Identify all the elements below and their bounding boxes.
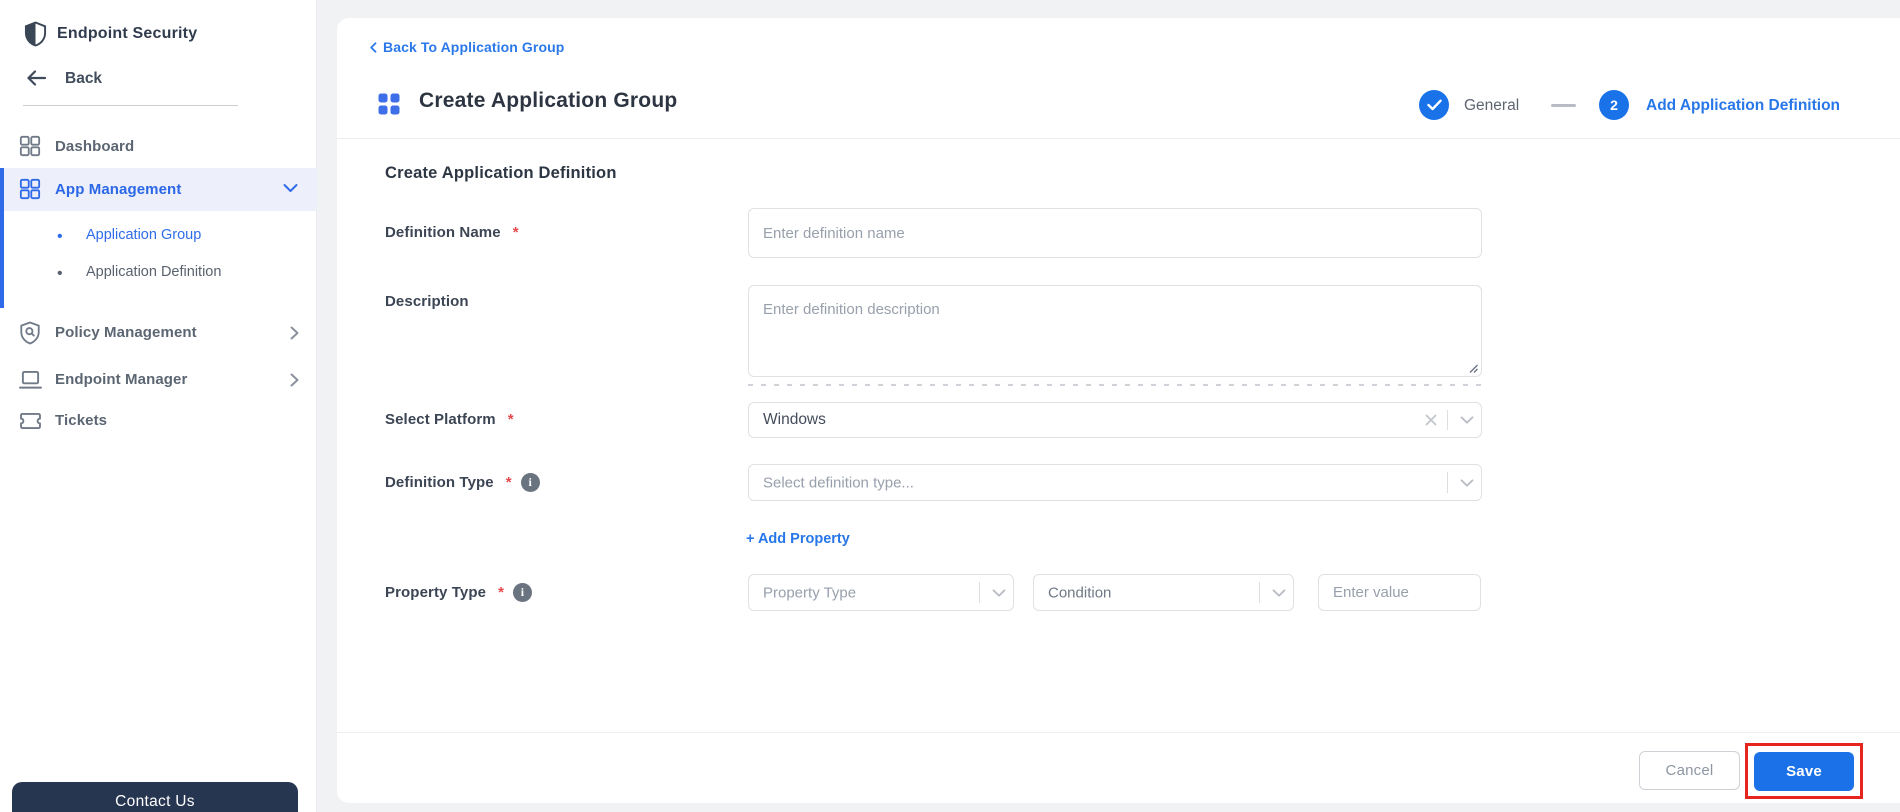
chevron-left-icon — [370, 41, 377, 53]
app-management-grid-icon — [19, 178, 41, 200]
property-value-input[interactable] — [1319, 575, 1480, 610]
definition-type-select[interactable]: Select definition type... — [748, 464, 1482, 501]
policy-shield-icon — [19, 321, 41, 345]
condition-select[interactable]: Condition — [1033, 574, 1294, 611]
contact-us-button[interactable]: Contact Us — [12, 782, 298, 812]
save-button[interactable]: Save — [1754, 752, 1854, 791]
back-to-application-group-label: Back To Application Group — [383, 39, 565, 55]
sidebar-item-application-definition[interactable]: • Application Definition — [0, 261, 317, 285]
sidebar-item-application-definition-label: Application Definition — [86, 264, 222, 280]
add-property-link[interactable]: + Add Property — [746, 531, 850, 547]
footer-divider — [337, 732, 1900, 733]
sidebar-item-tickets[interactable]: Tickets — [0, 405, 317, 437]
sidebar-item-endpoint-manager-label: Endpoint Manager — [55, 371, 188, 388]
description-label: Description — [385, 293, 469, 310]
required-asterisk: * — [505, 474, 512, 491]
arrow-left-icon — [26, 69, 47, 87]
info-icon[interactable]: i — [513, 583, 532, 602]
chevron-right-icon — [290, 373, 299, 387]
chevron-right-icon — [290, 326, 299, 340]
definition-name-input[interactable] — [749, 209, 1481, 257]
definition-name-field — [748, 208, 1482, 258]
sidebar-item-policy-management[interactable]: Policy Management — [0, 317, 317, 349]
step-1-complete-circle[interactable] — [1419, 90, 1449, 120]
select-separator — [1259, 582, 1260, 603]
sidebar-item-application-group-label: Application Group — [86, 227, 202, 243]
sidebar: Endpoint Security Back Dashboard App Man… — [0, 0, 317, 812]
sidebar-item-tickets-label: Tickets — [55, 412, 108, 429]
bullet-icon: • — [57, 228, 63, 245]
sidebar-item-app-management-label: App Management — [55, 181, 182, 198]
app-root: Endpoint Security Back Dashboard App Man… — [0, 0, 1900, 812]
select-platform-value: Windows — [763, 411, 826, 428]
step-1-label[interactable]: General — [1464, 97, 1519, 115]
resize-handle-icon[interactable] — [1468, 363, 1478, 373]
back-to-application-group-link[interactable]: Back To Application Group — [370, 39, 564, 55]
required-asterisk: * — [507, 411, 514, 428]
back-nav-item[interactable] — [26, 69, 47, 87]
sidebar-item-endpoint-manager[interactable]: Endpoint Manager — [0, 364, 317, 396]
laptop-icon — [19, 370, 42, 390]
bullet-icon: • — [57, 265, 63, 282]
select-separator — [979, 582, 980, 603]
sidebar-item-dashboard-label: Dashboard — [55, 138, 135, 155]
step-2-label[interactable]: Add Application Definition — [1646, 97, 1840, 115]
select-platform-label: Select Platform * — [385, 411, 514, 428]
cancel-button[interactable]: Cancel — [1639, 751, 1740, 790]
ticket-icon — [19, 412, 42, 430]
sidebar-item-dashboard[interactable]: Dashboard — [0, 130, 317, 163]
property-type-placeholder: Property Type — [763, 584, 857, 601]
property-type-select[interactable]: Property Type — [748, 574, 1014, 611]
select-platform-select[interactable]: Windows — [748, 402, 1482, 438]
chevron-down-icon[interactable] — [1460, 478, 1474, 487]
app-group-grid-icon — [377, 92, 401, 116]
page-title: Create Application Group — [419, 89, 678, 112]
description-field — [748, 285, 1482, 377]
sidebar-item-app-management[interactable]: App Management — [0, 168, 317, 211]
dashboard-grid-icon — [19, 135, 41, 157]
clear-selection-icon[interactable] — [1425, 414, 1437, 426]
definition-type-label: Definition Type * i — [385, 473, 540, 492]
sidebar-item-policy-management-label: Policy Management — [55, 324, 197, 341]
condition-placeholder: Condition — [1048, 584, 1112, 601]
check-icon — [1426, 99, 1442, 111]
chevron-down-icon — [283, 183, 298, 193]
main-content-card: Back To Application Group Create Applica… — [337, 18, 1900, 803]
property-value-field — [1318, 574, 1481, 611]
select-separator — [1447, 410, 1448, 430]
definition-name-label: Definition Name * — [385, 224, 519, 241]
shield-logo-icon — [24, 21, 47, 47]
definition-type-placeholder: Select definition type... — [763, 474, 914, 491]
description-textarea[interactable] — [749, 286, 1481, 376]
required-asterisk: * — [498, 584, 504, 601]
chevron-down-icon[interactable] — [1460, 416, 1474, 425]
back-nav-label[interactable]: Back — [65, 70, 102, 88]
dashed-divider — [748, 384, 1482, 386]
info-icon[interactable]: i — [520, 473, 540, 492]
header-divider — [337, 138, 1900, 139]
sidebar-item-application-group[interactable]: • Application Group — [0, 224, 317, 248]
sidebar-divider — [23, 105, 238, 106]
select-separator — [1447, 472, 1448, 493]
required-asterisk: * — [512, 224, 519, 241]
chevron-down-icon[interactable] — [992, 588, 1006, 597]
form-section-title: Create Application Definition — [385, 164, 617, 182]
brand-title: Endpoint Security — [57, 25, 198, 42]
stepper-connector — [1551, 104, 1576, 107]
chevron-down-icon[interactable] — [1272, 588, 1286, 597]
property-type-label: Property Type * i — [385, 583, 532, 602]
step-2-circle[interactable]: 2 — [1599, 90, 1629, 120]
